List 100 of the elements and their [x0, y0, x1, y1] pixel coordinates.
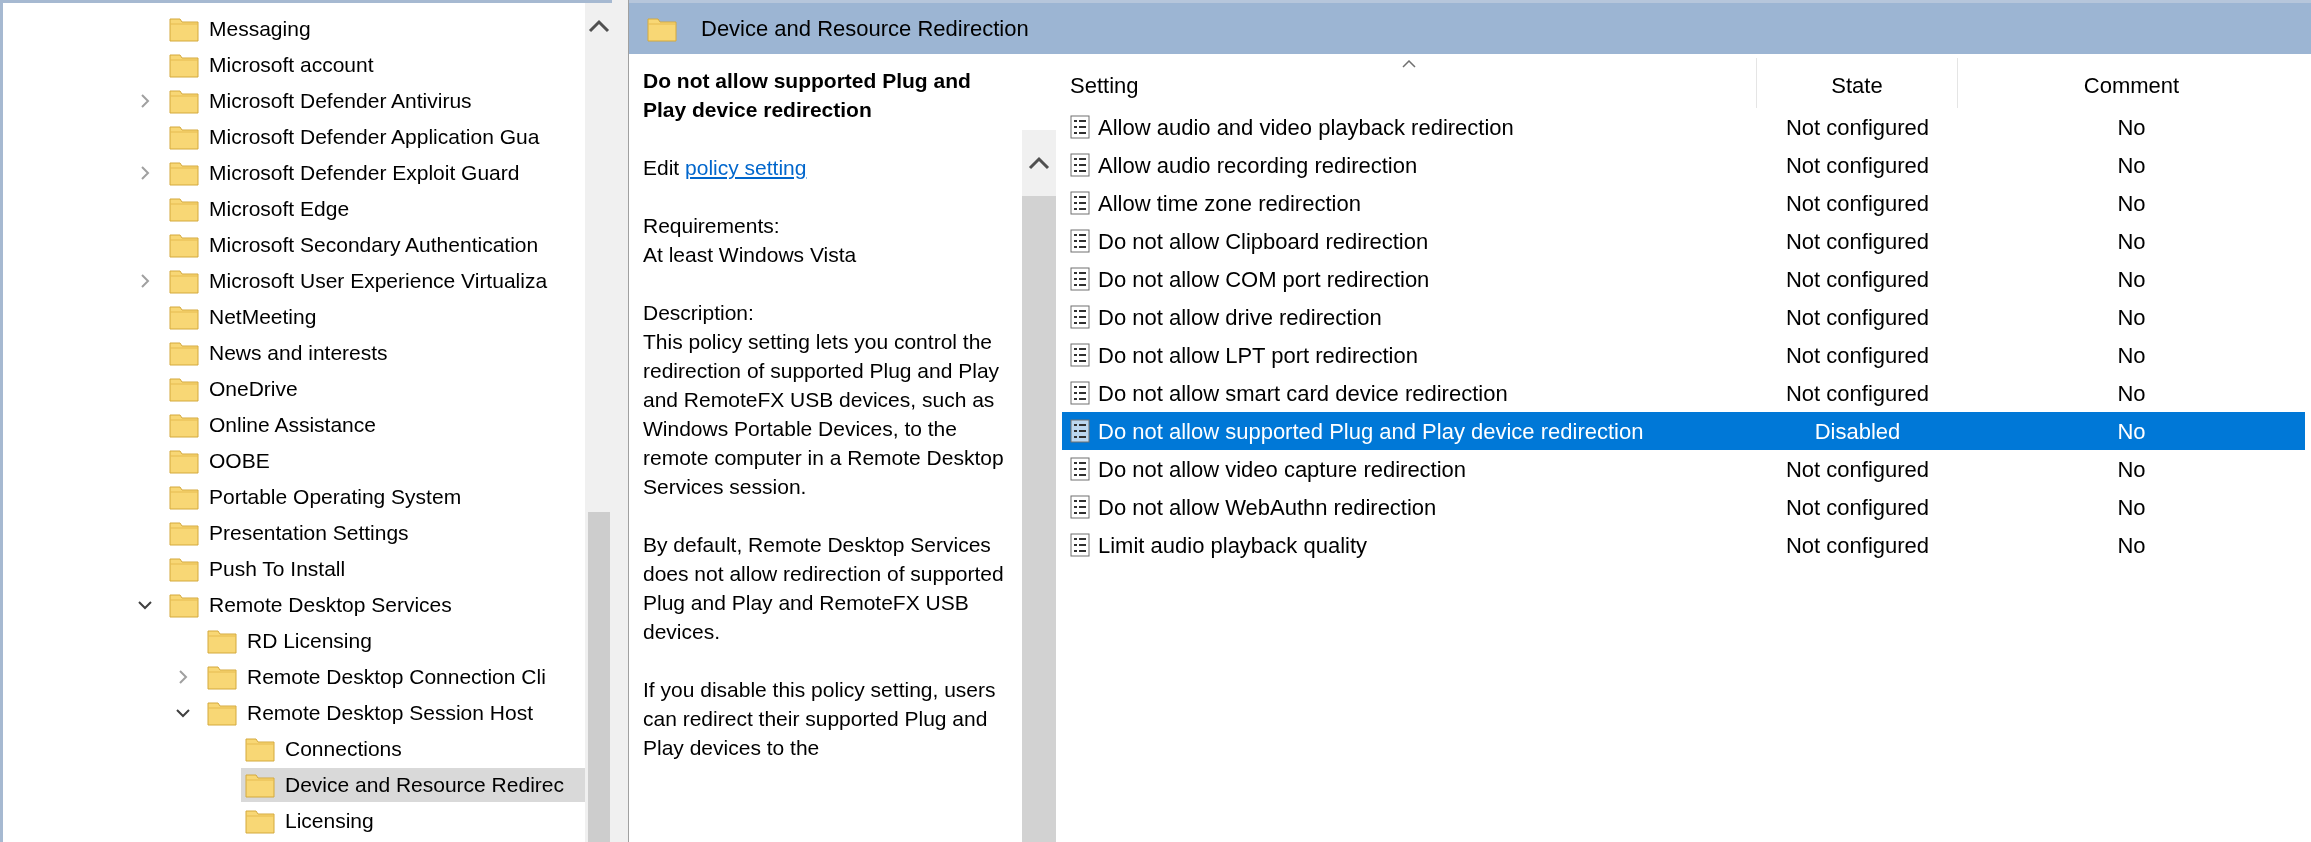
setting-row[interactable]: Limit audio playback quality Not configured No — [1062, 526, 2305, 564]
folder-icon — [169, 556, 199, 582]
folder-icon — [245, 808, 275, 834]
tree-item[interactable]: Remote Desktop Connection Cli — [203, 660, 585, 694]
setting-row[interactable]: Do not allow video capture redirection Not configured No — [1062, 450, 2305, 488]
tree-item[interactable]: Microsoft Defender Exploit Guard — [165, 156, 585, 190]
column-header[interactable]: State — [1757, 58, 1958, 108]
setting-comment: No — [2117, 493, 2146, 522]
setting-state: Not configured — [1785, 113, 1930, 142]
folder-icon — [245, 736, 275, 762]
tree-item[interactable]: Connections — [241, 732, 585, 766]
folder-icon — [207, 628, 237, 654]
scrollbar-thumb[interactable] — [587, 512, 610, 842]
setting-comment: No — [2117, 189, 2146, 218]
policy-document-icon — [1070, 381, 1090, 405]
setting-name: Do not allow WebAuthn redirection — [1098, 493, 1437, 522]
setting-row[interactable]: Do not allow WebAuthn redirection Not configured No — [1062, 488, 2305, 526]
setting-row[interactable]: Allow audio recording redirection Not configured No — [1062, 146, 2305, 184]
tree-item[interactable]: Microsoft account — [165, 48, 585, 82]
scroll-up-icon[interactable] — [1028, 156, 1050, 170]
tree-item[interactable]: Microsoft Defender Application Gua — [165, 120, 585, 154]
folder-icon — [169, 232, 199, 258]
tree-item[interactable]: Device and Resource Redirec — [241, 768, 585, 802]
setting-row[interactable]: Do not allow LPT port redirection Not configured No — [1062, 336, 2305, 374]
tree-item[interactable]: RD Licensing — [203, 624, 585, 658]
policy-document-icon — [1070, 533, 1090, 557]
tree-item[interactable]: Microsoft User Experience Virtualiza — [165, 264, 585, 298]
setting-state: Not configured — [1785, 455, 1930, 484]
tree-item[interactable]: Licensing — [241, 804, 585, 838]
sort-ascending-icon — [1402, 60, 1416, 68]
column-header[interactable]: Setting — [1062, 58, 1757, 108]
tree-item[interactable]: News and interests — [165, 336, 585, 370]
folder-icon — [169, 124, 199, 150]
folder-icon — [169, 16, 199, 42]
policy-document-icon — [1070, 495, 1090, 519]
setting-row[interactable]: Do not allow drive redirection Not configured No — [1062, 298, 2305, 336]
setting-name: Allow audio and video playback redirection — [1098, 113, 1514, 142]
folder-icon — [169, 376, 199, 402]
setting-name: Allow audio recording redirection — [1098, 151, 1418, 180]
tree-item[interactable]: Microsoft Edge — [165, 192, 585, 226]
tree-item[interactable]: Microsoft Defender Antivirus — [165, 84, 585, 118]
column-header[interactable]: Comment — [1958, 58, 2305, 108]
policy-document-icon — [1070, 229, 1090, 253]
setting-name: Do not allow supported Plug and Play device redirection — [1098, 417, 1644, 446]
scroll-up-icon[interactable] — [587, 18, 610, 33]
policy-document-icon — [1070, 191, 1090, 215]
setting-state: Not configured — [1785, 189, 1930, 218]
folder-icon — [169, 52, 199, 78]
folder-icon — [647, 15, 677, 42]
setting-state: Not configured — [1785, 151, 1930, 180]
setting-state: Not configured — [1785, 227, 1930, 256]
setting-name: Do not allow LPT port redirection — [1098, 341, 1418, 370]
folder-icon — [245, 772, 275, 798]
policy-document-icon — [1070, 305, 1090, 329]
setting-row[interactable]: Do not allow Clipboard redirection Not configured No — [1062, 222, 2305, 260]
description-paragraph: If you disable this policy setting, users can redirect their supported Plug and Play devices to the — [643, 677, 997, 761]
setting-name: Do not allow video capture redirection — [1098, 455, 1467, 484]
folder-icon — [207, 664, 237, 690]
setting-name: Do not allow Clipboard redirection — [1098, 227, 1429, 256]
folder-icon — [169, 484, 199, 510]
tree-item[interactable]: OOBE — [165, 444, 585, 478]
setting-row[interactable]: Allow audio and video playback redirection Not configured No — [1062, 108, 2305, 146]
folder-icon — [169, 304, 199, 330]
setting-comment: No — [2117, 151, 2146, 180]
folder-icon — [207, 700, 237, 726]
setting-comment: No — [2117, 455, 2146, 484]
tree-item[interactable]: Push To Install — [165, 552, 585, 586]
tree-item[interactable]: Remote Desktop Services — [165, 588, 585, 622]
tree-item[interactable]: Remote Desktop Session Host — [203, 696, 585, 730]
setting-name: Do not allow smart card device redirection — [1098, 379, 1508, 408]
description-paragraph: This policy setting lets you control the redirection of supported Plug and Play and RemoteFX USB devices, such as Windows Portable Devices, to the remote computer in a Remote Desktop Services session. — [643, 329, 1005, 500]
tree-item[interactable]: Microsoft Secondary Authentication — [165, 228, 585, 262]
setting-row[interactable]: Do not allow COM port redirection Not configured No — [1062, 260, 2305, 298]
policy-setting-link[interactable]: policy setting — [685, 156, 807, 179]
policy-document-icon — [1070, 267, 1090, 291]
setting-state: Not configured — [1785, 265, 1930, 294]
setting-state: Not configured — [1785, 379, 1930, 408]
setting-name: Do not allow drive redirection — [1098, 303, 1382, 332]
folder-icon — [169, 88, 199, 114]
tree-item[interactable]: Portable Operating System — [165, 480, 585, 514]
folder-icon — [169, 592, 199, 618]
setting-row[interactable]: Do not allow supported Plug and Play device redirection Disabled No — [1062, 412, 2305, 450]
tree-item[interactable]: NetMeeting — [165, 300, 585, 334]
scrollbar[interactable] — [585, 3, 612, 842]
tree-item[interactable]: Online Assistance — [165, 408, 585, 442]
edit-label: Edit — [643, 156, 680, 179]
description-paragraph: By default, Remote Desktop Services does not allow redirection of supported Plug and Play and RemoteFX USB devices. — [643, 532, 1005, 645]
setting-state: Not configured — [1785, 493, 1930, 522]
setting-row[interactable]: Do not allow smart card device redirection Not configured No — [1062, 374, 2305, 412]
scrollbar[interactable] — [1022, 130, 1056, 842]
folder-icon — [169, 340, 199, 366]
setting-name: Limit audio playback quality — [1098, 531, 1368, 560]
tree-item[interactable]: OneDrive — [165, 372, 585, 406]
setting-row[interactable]: Allow time zone redirection Not configured No — [1062, 184, 2305, 222]
setting-name: Allow time zone redirection — [1098, 189, 1361, 218]
setting-comment: No — [2117, 303, 2146, 332]
tree-item[interactable]: Presentation Settings — [165, 516, 585, 550]
policy-document-icon — [1070, 419, 1090, 443]
setting-comment: No — [2117, 341, 2146, 370]
tree-item[interactable]: Messaging — [165, 12, 585, 46]
